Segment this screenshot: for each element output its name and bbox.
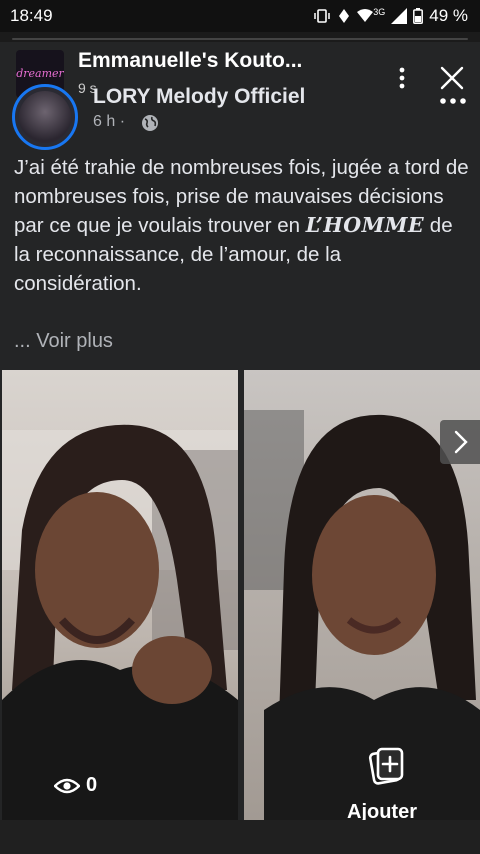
battery-icon bbox=[413, 8, 424, 24]
close-icon[interactable] bbox=[438, 64, 466, 92]
story-title[interactable]: Emmanuelle's Kouto... bbox=[78, 49, 302, 73]
eye-icon bbox=[54, 778, 80, 793]
bottom-bar bbox=[0, 820, 480, 854]
views-count: 0 bbox=[86, 774, 98, 796]
post-text: J’ai été trahie de nombreuses fois, jugé… bbox=[14, 156, 469, 295]
network-type: 3G bbox=[373, 7, 386, 17]
next-icon[interactable] bbox=[440, 420, 480, 464]
wifi-icon bbox=[357, 9, 374, 22]
status-bar: 18:49 3G 49 % bbox=[0, 0, 480, 32]
menu-icon[interactable] bbox=[392, 64, 412, 94]
avatar[interactable] bbox=[12, 84, 78, 150]
status-time: 18:49 bbox=[10, 6, 53, 25]
status-icons: 3G 49 % bbox=[313, 6, 468, 26]
post-text-emphasis: L’HOMME bbox=[305, 213, 425, 237]
post-author[interactable]: LORY Melody Officiel bbox=[93, 85, 305, 109]
story-progress-bar bbox=[12, 38, 468, 40]
add-icon[interactable] bbox=[368, 746, 406, 786]
globe-icon bbox=[142, 115, 158, 131]
more-icon[interactable] bbox=[438, 96, 468, 106]
story-logo: dreamer bbox=[16, 67, 64, 80]
vibrate-icon bbox=[314, 9, 330, 23]
post-photo-1[interactable] bbox=[2, 370, 238, 820]
post-time: 6 h · bbox=[93, 113, 126, 130]
signal-icon bbox=[391, 8, 408, 24]
alarm-icon bbox=[339, 9, 350, 23]
battery-percent: 49 % bbox=[429, 6, 468, 25]
see-more-link[interactable]: ... Voir plus bbox=[14, 330, 113, 353]
views-counter: 0 bbox=[54, 774, 97, 797]
